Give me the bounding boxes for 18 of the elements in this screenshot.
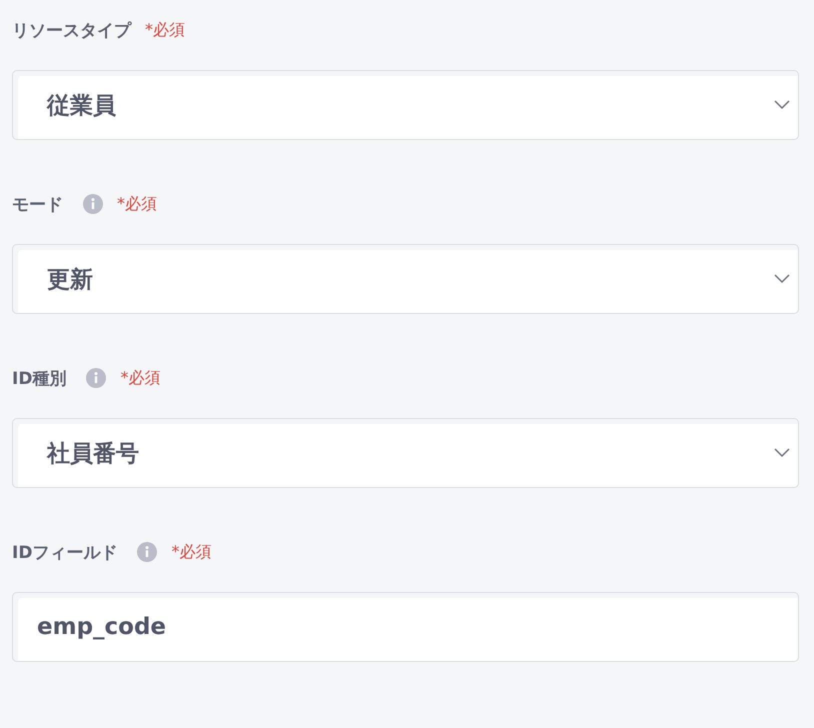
select-field[interactable]: 更新 (12, 244, 799, 314)
info-icon[interactable] (137, 542, 158, 562)
required-marker: *必須 (117, 194, 157, 214)
field-label: リソースタイプ (12, 20, 131, 42)
select-field[interactable]: 従業員 (12, 70, 799, 140)
chevron-down-icon (774, 274, 790, 284)
field-label: IDフィールド (12, 542, 118, 564)
field-label: ID種別 (12, 368, 66, 390)
chevron-down-icon (774, 100, 790, 110)
input-field[interactable]: emp_code (12, 592, 799, 662)
info-icon[interactable] (86, 368, 106, 388)
field-label: モード (12, 194, 63, 216)
required-marker: *必須 (171, 542, 212, 562)
required-marker: *必須 (120, 368, 160, 388)
info-icon[interactable] (83, 194, 103, 214)
select-field[interactable]: 社員番号 (12, 418, 799, 488)
chevron-down-icon (774, 448, 790, 458)
required-marker: *必須 (145, 20, 185, 40)
